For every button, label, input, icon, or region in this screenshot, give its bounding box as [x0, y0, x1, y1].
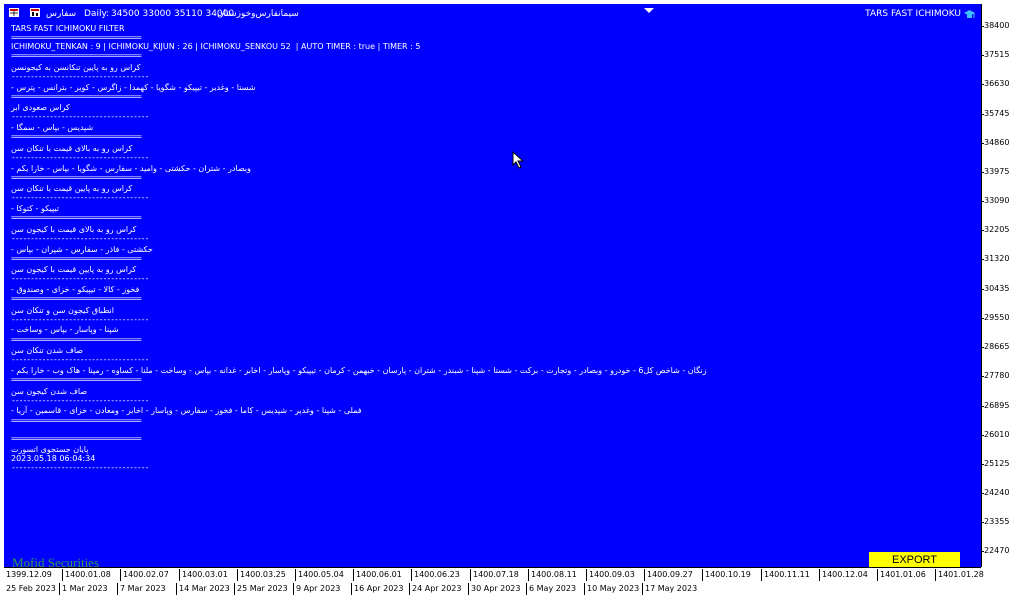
chart-area[interactable]: سفارس Daily: 34500 33000 35110 34000 سیم… — [4, 4, 981, 567]
separator: ================================== — [11, 294, 142, 303]
time-tick: 1400.01.08 — [62, 569, 111, 581]
time-tick: 1400.06.23 — [411, 569, 460, 581]
separator: ================================== — [11, 92, 142, 101]
price-tick: 38400 — [980, 21, 1010, 30]
hijri-date-row: 1399.12.09 1400.01.08 1400.02.07 1400.03… — [4, 569, 984, 583]
chart-header: سفارس Daily: 34500 33000 35110 34000 سیم… — [4, 4, 981, 22]
price-tick: 36630 — [980, 79, 1010, 88]
time-tick: 1400.08.11 — [528, 569, 577, 581]
price-tick: 35745 — [980, 109, 1010, 118]
separator-short: ------------------------------------ — [11, 396, 149, 405]
separator-short: ------------------------------------ — [11, 193, 149, 202]
price-tick: 33090 — [980, 196, 1010, 205]
time-tick: 1401.01.06 — [877, 569, 926, 581]
time-tick: 24 Apr 2023 — [409, 583, 461, 595]
broker-watermark: Mofid Securities — [12, 555, 100, 567]
price-tick: 28665 — [980, 342, 1010, 351]
price-tick: 27780 — [980, 371, 1010, 380]
separator: ================================== — [11, 416, 142, 425]
time-tick: 25 Feb 2023 — [6, 584, 56, 593]
price-tick: 22470 — [980, 546, 1010, 555]
time-tick: 17 May 2023 — [642, 583, 697, 595]
time-tick: 1400.11.11 — [761, 569, 810, 581]
separator: ================================== — [11, 132, 142, 141]
time-tick: 1400.09.03 — [586, 569, 635, 581]
time-tick: 1400.07.18 — [470, 569, 519, 581]
separator: ================================== — [11, 213, 142, 222]
price-tick: 31320 — [980, 254, 1010, 263]
time-tick: 10 May 2023 — [584, 583, 639, 595]
time-tick: 1400.06.01 — [353, 569, 402, 581]
time-tick: 25 Mar 2023 — [234, 583, 288, 595]
price-tick: 32205 — [980, 225, 1010, 234]
time-tick: 1400.09.27 — [644, 569, 693, 581]
price-axis: 38400 37515 36630 35745 34860 33975 3309… — [980, 4, 1022, 567]
mouse-cursor-icon — [512, 151, 525, 169]
time-tick: 1401.01.28 — [935, 569, 984, 581]
separator: ================================== — [11, 51, 142, 60]
time-tick: 6 May 2023 — [526, 583, 576, 595]
time-tick: 1400.03.25 — [237, 569, 286, 581]
price-tick: 33975 — [980, 167, 1010, 176]
price-tick: 26010 — [980, 430, 1010, 439]
price-tick: 25125 — [980, 459, 1010, 468]
separator: ================================== — [11, 434, 142, 443]
separator-short: ------------------------------------ — [11, 274, 149, 283]
price-tick: 23355 — [980, 517, 1010, 526]
separator: ================================== — [11, 375, 142, 384]
ohlc-values: 34500 33000 35110 34000 — [111, 9, 235, 19]
time-tick: 30 Apr 2023 — [468, 583, 520, 595]
graduation-cap-icon[interactable] — [964, 10, 975, 23]
separator-short: ------------------------------------ — [11, 234, 149, 243]
separator: ================================== — [11, 335, 142, 344]
separator-short: ------------------------------------ — [11, 355, 149, 364]
price-tick: 24240 — [980, 488, 1010, 497]
time-tick: 1400.03.01 — [179, 569, 228, 581]
price-tick: 30435 — [980, 284, 1010, 293]
chart-shift-marker[interactable] — [644, 8, 654, 13]
separator-short: ------------------------------------ — [11, 315, 149, 324]
separator-short: ------------------------------------ — [11, 72, 149, 81]
time-tick: 1 Mar 2023 — [59, 583, 108, 595]
section-items: فملی - شپنا - وغدیر - شپدیس - کاما - فخو… — [11, 406, 362, 415]
time-tick: 1400.02.07 — [120, 569, 169, 581]
separator-short: ------------------------------------ — [11, 112, 149, 121]
time-axis: 1399.12.09 1400.01.08 1400.02.07 1400.03… — [4, 567, 984, 598]
time-tick: 7 Mar 2023 — [117, 583, 166, 595]
price-tick: 26895 — [980, 401, 1010, 410]
time-tick: 9 Apr 2023 — [293, 583, 340, 595]
price-tick: 29550 — [980, 313, 1010, 322]
separator: ================================== — [11, 254, 142, 263]
time-tick: 16 Apr 2023 — [351, 583, 403, 595]
time-tick: 14 Mar 2023 — [176, 583, 230, 595]
time-tick: 1400.12.04 — [819, 569, 868, 581]
company-name: سیمانفارس‌وخوزستان — [217, 9, 299, 19]
section-items: شپنا - وپاسار - بپاس - وساخت - — [11, 325, 119, 334]
gregorian-date-row: 25 Feb 2023 1 Mar 2023 7 Mar 2023 14 Mar… — [4, 583, 981, 597]
separator-short: ------------------------------------ — [11, 463, 149, 472]
time-tick: 1400.10.19 — [702, 569, 751, 581]
price-tick: 37515 — [980, 50, 1010, 59]
time-tick: 1400.05.04 — [295, 569, 344, 581]
separator: ================================== — [11, 173, 142, 182]
indicator-name: TARS FAST ICHIMOKU — [865, 9, 961, 19]
bar-chart-icon[interactable] — [30, 8, 40, 17]
time-tick: 1399.12.09 — [6, 570, 52, 579]
daily-label: Daily: — [84, 9, 110, 19]
price-tick: 34860 — [980, 138, 1010, 147]
symbol-label: سفارس — [46, 9, 77, 19]
grid-table-icon[interactable] — [9, 8, 19, 17]
separator-short: ------------------------------------ — [11, 153, 149, 162]
